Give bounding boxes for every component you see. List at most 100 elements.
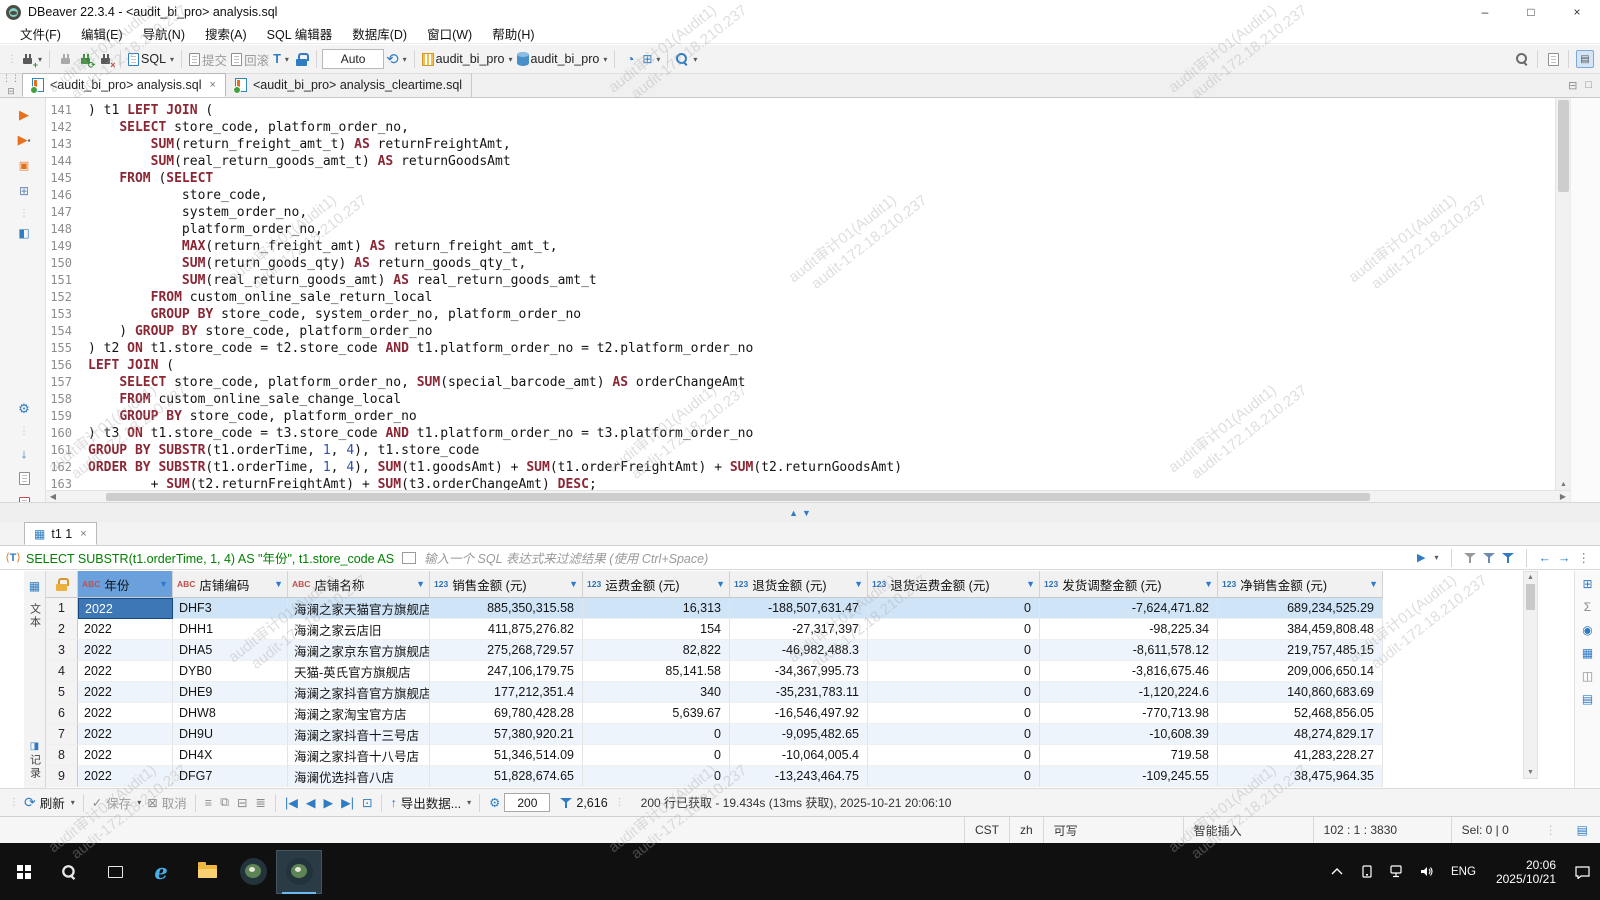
table-row[interactable]: 12022DHF3海澜之家天猫官方旗舰店885,350,315.5816,313… [46, 598, 1383, 619]
column-header-4[interactable]: 123销售金额 (元)▼ [430, 571, 583, 597]
grid-cell[interactable]: 海澜之家抖音十八号店 [288, 745, 430, 766]
column-filter-arrow-icon[interactable]: ▼ [1204, 579, 1213, 589]
prev-row-icon[interactable]: ◀ [302, 795, 320, 810]
grid-cell[interactable]: 2022 [78, 619, 173, 640]
grid-cell[interactable]: 0 [868, 766, 1040, 787]
transaction-log-button[interactable]: ⟲ ▾ [384, 48, 409, 70]
grid-cell[interactable]: 38,475,964.35 [1218, 766, 1383, 787]
table-row[interactable]: 72022DH9U海澜之家抖音十三号店57,380,920.210-9,095,… [46, 724, 1383, 745]
row-number-cell[interactable]: 5 [46, 682, 78, 703]
row-number-cell[interactable]: 8 [46, 745, 78, 766]
table-row[interactable]: 62022DHW8海澜之家淘宝官方店69,780,428.285,639.67-… [46, 703, 1383, 724]
app-taskbar-button-2[interactable] [276, 850, 322, 894]
grid-cell[interactable]: 41,283,228.27 [1218, 745, 1383, 766]
grid-cell[interactable]: DHF3 [173, 598, 288, 619]
table-row[interactable]: 52022DHE9海澜之家抖音官方旗舰店177,212,351.4340-35,… [46, 682, 1383, 703]
minimize-button[interactable]: – [1462, 0, 1508, 24]
grid-cell[interactable]: 411,875,276.82 [430, 619, 583, 640]
scrollbar-thumb[interactable] [1526, 584, 1535, 610]
reconnect-button[interactable]: ⟳ [75, 48, 95, 70]
maximize-button[interactable]: □ [1508, 0, 1554, 24]
grid-cell[interactable]: DHW8 [173, 703, 288, 724]
task-view-button[interactable] [92, 850, 138, 894]
chevron-down-icon[interactable]: ▾ [467, 798, 471, 807]
compare-button[interactable]: ⊞▾ [640, 48, 662, 70]
grid-cell[interactable]: -13,243,464.75 [730, 766, 868, 787]
grid-cell[interactable]: 0 [583, 766, 730, 787]
script-file-icon[interactable] [14, 469, 34, 487]
text-view-tab[interactable]: 文本 [27, 603, 43, 629]
row-number-cell[interactable]: 6 [46, 703, 78, 724]
grid-cell[interactable]: 85,141.58 [583, 661, 730, 682]
grid-cell[interactable]: 140,860,683.69 [1218, 682, 1383, 703]
perspective-button[interactable]: ▤ [1574, 48, 1596, 70]
language-indicator[interactable]: ENG [1445, 866, 1482, 878]
grid-cell[interactable]: DHE9 [173, 682, 288, 703]
filter-menu-icon[interactable]: ⋮ [1578, 550, 1591, 565]
grid-cell[interactable]: 0 [868, 745, 1040, 766]
grid-cell[interactable]: 16,313 [583, 598, 730, 619]
chevron-down-icon[interactable]: ▾ [71, 798, 75, 807]
row-number-cell[interactable]: 9 [46, 766, 78, 787]
column-header-8[interactable]: 123发货调整金额 (元)▼ [1040, 571, 1218, 597]
delete-row-icon[interactable]: ⊟ [233, 795, 251, 810]
duplicate-row-icon[interactable]: ⧉ [216, 795, 233, 810]
column-filter-arrow-icon[interactable]: ▼ [274, 579, 283, 589]
row-number-cell[interactable]: 3 [46, 640, 78, 661]
chevron-down-icon[interactable]: ▾ [1434, 553, 1438, 562]
grid-cell[interactable]: 51,346,514.09 [430, 745, 583, 766]
row-number-cell[interactable]: 2 [46, 619, 78, 640]
code-area[interactable]: 141) t1 LEFT JOIN (142 SELECT store_code… [46, 98, 1570, 490]
database-selector[interactable]: audit_bi_pro ▾ [420, 48, 515, 70]
hardware-tray-icon[interactable] [1355, 857, 1379, 887]
grid-cell[interactable]: 2022 [78, 766, 173, 787]
taskbar-clock[interactable]: 20:06 2025/10/21 [1488, 858, 1564, 886]
grid-vertical-scrollbar[interactable]: ▲ ▼ [1523, 571, 1538, 779]
menu-item-4[interactable]: 搜索(A) [195, 24, 257, 44]
grid-cell[interactable]: DH9U [173, 724, 288, 745]
grid-cell[interactable]: -188,507,631.47 [730, 598, 868, 619]
grid-cell[interactable]: 885,350,315.58 [430, 598, 583, 619]
grid-cell[interactable]: 719.58 [1040, 745, 1218, 766]
scroll-up-arrow[interactable]: ▲ [1524, 572, 1537, 583]
transaction-lock-button[interactable] [291, 48, 311, 70]
grid-cell[interactable]: DH4X [173, 745, 288, 766]
collapse-up-icon[interactable]: ▲ [789, 508, 798, 518]
table-row[interactable]: 32022DHA5海澜之家京东官方旗舰店275,268,729.5782,822… [46, 640, 1383, 661]
aggregate-panel-icon[interactable]: Σ [1584, 600, 1591, 614]
grid-cell[interactable]: 2022 [78, 703, 173, 724]
grid-cell[interactable]: 0 [583, 724, 730, 745]
grid-cell[interactable]: -27,317,397 [730, 619, 868, 640]
grid-cell[interactable]: 48,274,829.17 [1218, 724, 1383, 745]
maximize-editor-icon[interactable]: □ [1585, 79, 1592, 91]
grid-cell[interactable]: 0 [868, 598, 1040, 619]
chevron-down-icon[interactable]: ▾ [603, 55, 607, 64]
connect-button[interactable] [55, 48, 75, 70]
grid-cell[interactable]: 2022 [78, 682, 173, 703]
result-grid[interactable]: ABC年份▼ABC店铺编码▼ABC店铺名称▼123销售金额 (元)▼123运费金… [46, 571, 1383, 787]
references-panel-icon[interactable]: ◫ [1582, 669, 1593, 683]
disconnect-button[interactable]: × [95, 48, 115, 70]
menu-item-2[interactable]: 编辑(E) [71, 24, 133, 44]
export-data-button[interactable]: ↑ 导出数据... ▾ [387, 793, 474, 812]
expand-query-icon[interactable] [402, 552, 416, 564]
history-back-icon[interactable]: ← [1539, 551, 1552, 565]
row-number-cell[interactable]: 1 [46, 598, 78, 619]
filter-input[interactable]: 输入一个 SQL 表达式来过滤结果 (使用 Ctrl+Space) [424, 548, 1417, 567]
minimize-editor-icon[interactable]: ⊟ [1568, 79, 1577, 92]
grid-cell[interactable]: 177,212,351.4 [430, 682, 583, 703]
grid-cell[interactable]: 51,828,674.65 [430, 766, 583, 787]
column-filter-arrow-icon[interactable]: ▼ [854, 579, 863, 589]
commit-mode-box[interactable]: Auto [322, 49, 384, 69]
tray-expand-chevron[interactable] [1325, 857, 1349, 887]
row-number-cell[interactable]: 4 [46, 661, 78, 682]
grid-cell[interactable]: 2022 [78, 661, 173, 682]
grid-cell[interactable]: 247,106,179.75 [430, 661, 583, 682]
chevron-down-icon[interactable]: ▾ [170, 55, 174, 64]
column-header-1[interactable]: ABC年份▼ [78, 571, 173, 597]
grid-cell[interactable]: 海澜优选抖音八店 [288, 766, 430, 787]
grid-cell[interactable]: 0 [868, 661, 1040, 682]
editor-tab-1[interactable]: <audit_bi_pro> analysis.sql× [22, 73, 226, 97]
history-forward-icon[interactable]: → [1558, 551, 1571, 565]
volume-tray-icon[interactable] [1415, 857, 1439, 887]
